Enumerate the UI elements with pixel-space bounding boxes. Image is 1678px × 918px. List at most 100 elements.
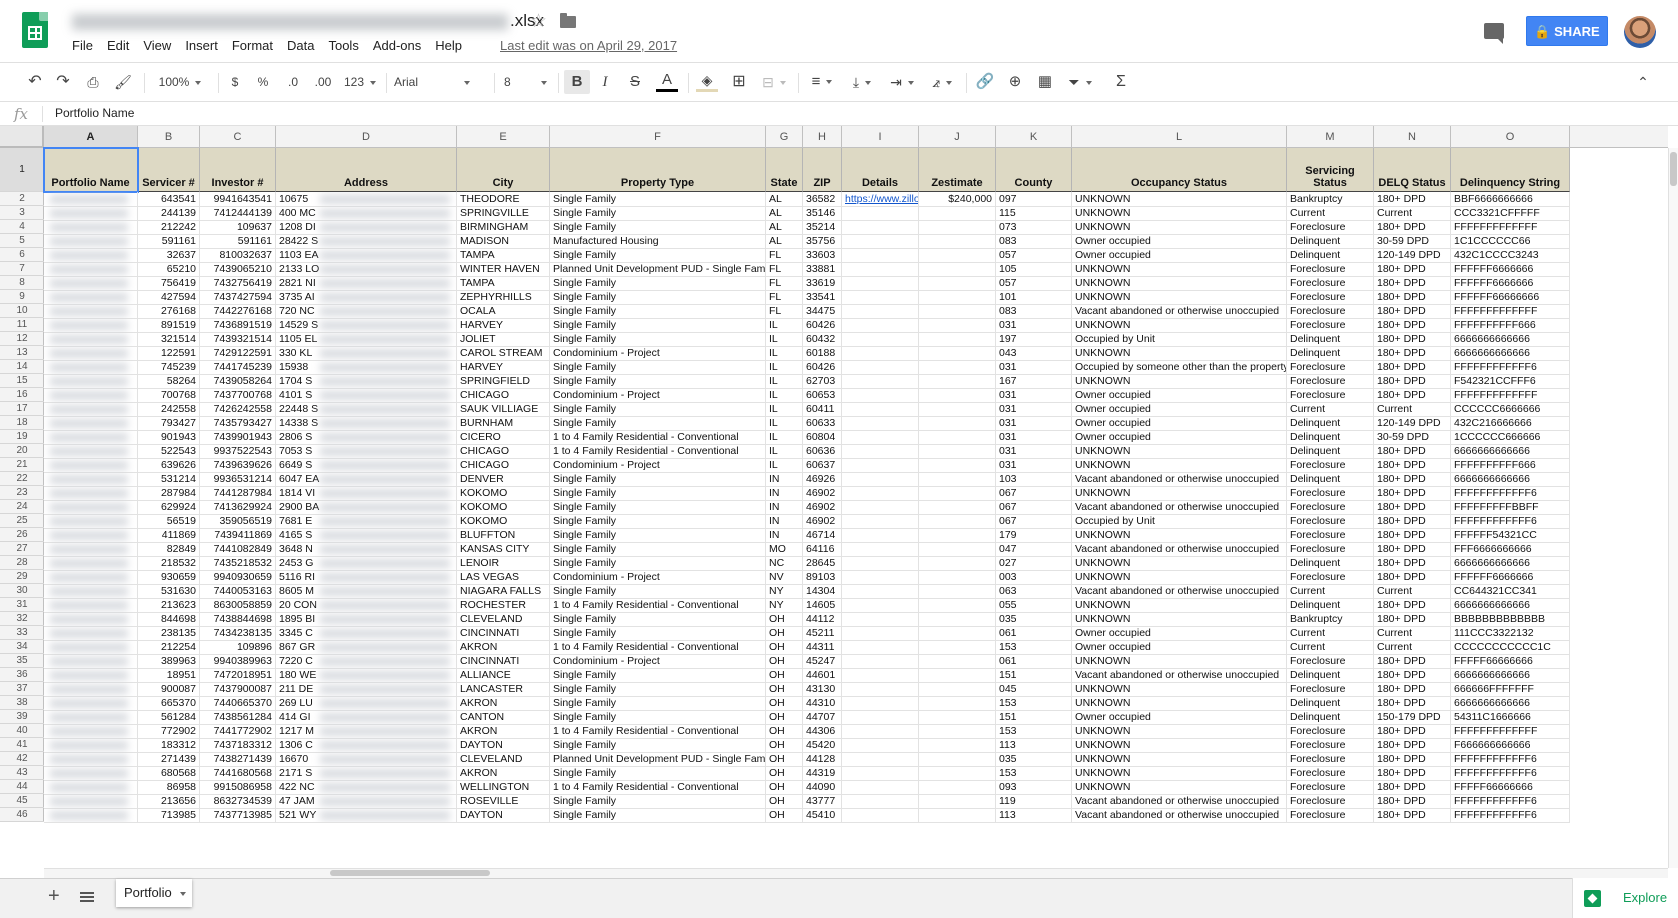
row-header[interactable]: 46 <box>0 808 44 822</box>
portfolio-name-cell[interactable] <box>44 528 138 543</box>
row-header[interactable]: 28 <box>0 556 44 570</box>
table-cell[interactable]: 7440665370 <box>200 696 276 711</box>
column-header-i[interactable]: I <box>842 126 919 148</box>
table-cell[interactable]: 1 to 4 Family Residential - Conventional <box>550 780 766 795</box>
table-cell[interactable]: IN <box>766 486 803 501</box>
table-cell[interactable]: 109637 <box>200 220 276 235</box>
table-cell[interactable] <box>842 794 919 809</box>
table-cell[interactable]: Current <box>1374 206 1451 221</box>
table-cell[interactable]: 103 <box>996 472 1072 487</box>
table-cell[interactable]: 7441680568 <box>200 766 276 781</box>
table-cell[interactable]: 44707 <box>803 710 842 725</box>
zoom-select[interactable]: 100% <box>152 70 208 94</box>
header-cell[interactable]: ZIP <box>803 148 842 192</box>
table-cell[interactable]: 180+ DPD <box>1374 528 1451 543</box>
table-cell[interactable] <box>842 808 919 823</box>
row-header[interactable]: 8 <box>0 276 44 290</box>
row-header[interactable]: 22 <box>0 472 44 486</box>
table-cell[interactable]: 531214 <box>138 472 200 487</box>
table-cell[interactable]: IL <box>766 430 803 445</box>
header-cell[interactable]: State <box>766 148 803 192</box>
table-cell[interactable]: 7437183312 <box>200 738 276 753</box>
star-icon[interactable]: ☆ <box>530 10 547 33</box>
table-cell[interactable] <box>842 486 919 501</box>
table-cell[interactable]: AKRON <box>457 696 550 711</box>
table-cell[interactable]: HARVEY <box>457 318 550 333</box>
table-cell[interactable]: 54311C1666666 <box>1451 710 1570 725</box>
table-cell[interactable]: 047 <box>996 542 1072 557</box>
table-cell[interactable]: Single Family <box>550 682 766 697</box>
table-cell[interactable]: 756419 <box>138 276 200 291</box>
table-cell[interactable]: 180+ DPD <box>1374 696 1451 711</box>
table-cell[interactable]: Single Family <box>550 766 766 781</box>
table-cell[interactable]: KOKOMO <box>457 500 550 515</box>
table-cell[interactable] <box>842 318 919 333</box>
table-cell[interactable]: 7681 E <box>276 514 457 529</box>
portfolio-name-cell[interactable] <box>44 416 138 431</box>
table-cell[interactable]: Foreclosure <box>1287 304 1374 319</box>
table-cell[interactable]: BURNHAM <box>457 416 550 431</box>
table-cell[interactable]: FL <box>766 304 803 319</box>
table-cell[interactable]: https://www.zillow <box>842 192 919 207</box>
table-cell[interactable]: F666666666666 <box>1451 738 1570 753</box>
table-cell[interactable]: Single Family <box>550 374 766 389</box>
table-cell[interactable]: UNKNOWN <box>1072 192 1287 207</box>
portfolio-name-cell[interactable] <box>44 318 138 333</box>
table-cell[interactable]: DENVER <box>457 472 550 487</box>
portfolio-name-cell[interactable] <box>44 598 138 613</box>
table-cell[interactable]: 1704 S <box>276 374 457 389</box>
table-cell[interactable]: FFFFF66666666 <box>1451 780 1570 795</box>
row-header[interactable]: 11 <box>0 318 44 332</box>
table-cell[interactable]: UNKNOWN <box>1072 556 1287 571</box>
table-cell[interactable]: THEODORE <box>457 192 550 207</box>
table-cell[interactable]: 432C216666666 <box>1451 416 1570 431</box>
table-cell[interactable] <box>919 444 996 459</box>
table-cell[interactable]: OH <box>766 696 803 711</box>
table-cell[interactable]: 1103 EA <box>276 248 457 263</box>
table-cell[interactable]: 271439 <box>138 752 200 767</box>
table-cell[interactable]: Foreclosure <box>1287 780 1374 795</box>
table-cell[interactable] <box>919 220 996 235</box>
table-cell[interactable]: IL <box>766 318 803 333</box>
horizontal-scroll-thumb[interactable] <box>330 870 490 876</box>
table-cell[interactable]: Single Family <box>550 318 766 333</box>
table-cell[interactable]: FL <box>766 262 803 277</box>
menu-insert[interactable]: Insert <box>185 38 218 53</box>
table-cell[interactable] <box>842 626 919 641</box>
table-cell[interactable]: AKRON <box>457 640 550 655</box>
table-cell[interactable]: 591161 <box>200 234 276 249</box>
table-cell[interactable]: NC <box>766 556 803 571</box>
table-cell[interactable]: 7438844698 <box>200 612 276 627</box>
portfolio-name-cell[interactable] <box>44 486 138 501</box>
row-header[interactable]: 36 <box>0 668 44 682</box>
table-cell[interactable]: 218532 <box>138 556 200 571</box>
table-cell[interactable]: 629924 <box>138 500 200 515</box>
table-cell[interactable]: 031 <box>996 318 1072 333</box>
table-cell[interactable]: 6666666666666 <box>1451 332 1570 347</box>
table-cell[interactable]: Foreclosure <box>1287 290 1374 305</box>
table-cell[interactable]: OH <box>766 752 803 767</box>
table-cell[interactable]: 44319 <box>803 766 842 781</box>
table-cell[interactable] <box>842 276 919 291</box>
table-cell[interactable] <box>842 584 919 599</box>
table-cell[interactable]: OH <box>766 808 803 823</box>
table-cell[interactable] <box>919 766 996 781</box>
table-cell[interactable]: OH <box>766 794 803 809</box>
table-cell[interactable]: UNKNOWN <box>1072 780 1287 795</box>
table-cell[interactable]: UNKNOWN <box>1072 738 1287 753</box>
table-cell[interactable]: 720 NC <box>276 304 457 319</box>
table-cell[interactable]: 33619 <box>803 276 842 291</box>
table-cell[interactable] <box>842 206 919 221</box>
table-cell[interactable]: Current <box>1374 626 1451 641</box>
table-cell[interactable] <box>919 668 996 683</box>
table-cell[interactable]: 10675 <box>276 192 457 207</box>
redo-icon[interactable]: ↷ <box>52 70 74 94</box>
table-cell[interactable]: 055 <box>996 598 1072 613</box>
table-cell[interactable]: 180+ DPD <box>1374 374 1451 389</box>
row-header[interactable]: 41 <box>0 738 44 752</box>
table-cell[interactable] <box>842 472 919 487</box>
table-cell[interactable]: 56519 <box>138 514 200 529</box>
table-cell[interactable]: 643541 <box>138 192 200 207</box>
merge-cells-icon[interactable]: ⊟ <box>758 70 790 94</box>
table-cell[interactable]: CC644321CC341 <box>1451 584 1570 599</box>
